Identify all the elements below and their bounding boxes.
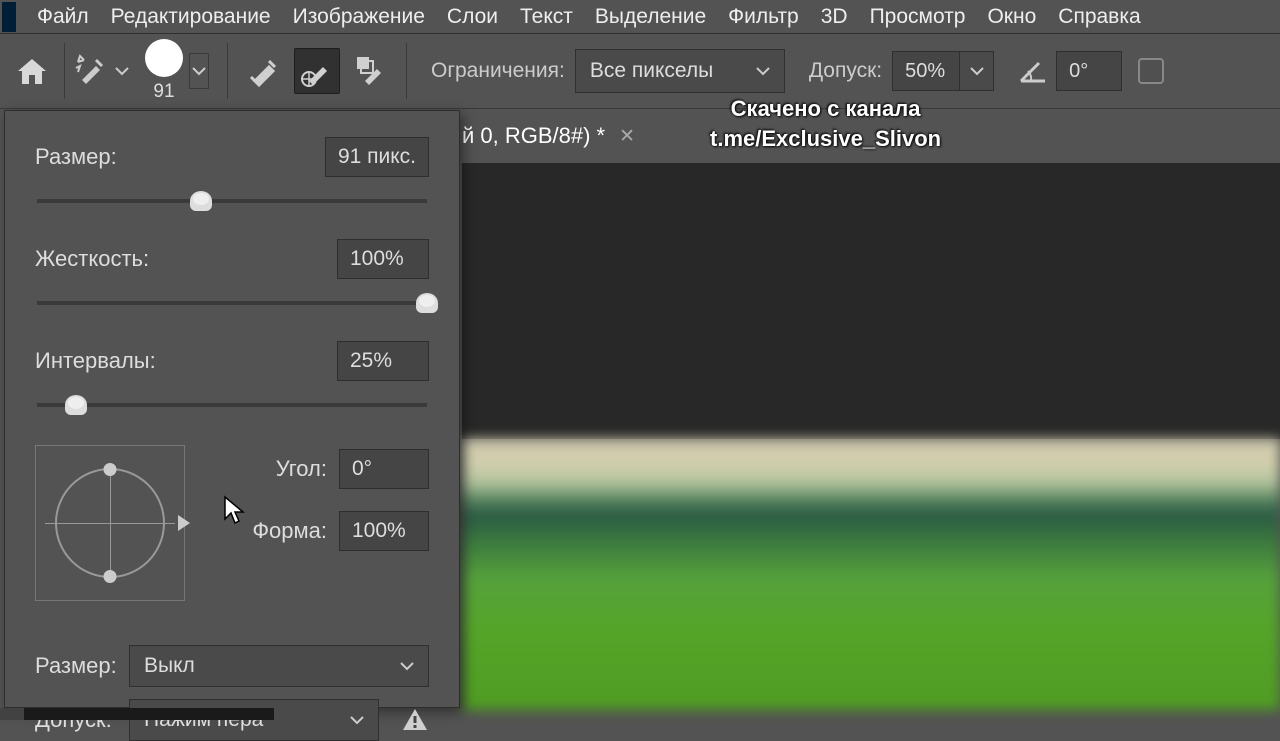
options-bar: 91 Ограничения: Все пикселы Допуск: 50%: [0, 34, 1280, 109]
angle-icon[interactable]: [1016, 54, 1050, 88]
limits-select[interactable]: Все пикселы: [575, 49, 785, 93]
dynamics-tolerance-select[interactable]: Нажим пера: [129, 699, 379, 741]
dynamics-size-select[interactable]: Выкл: [129, 645, 429, 687]
cursor-icon: [223, 495, 245, 525]
hardness-field[interactable]: 100%: [337, 239, 429, 279]
sampling-once-button[interactable]: [294, 48, 340, 94]
sampling-swatch-button[interactable]: [348, 48, 394, 94]
spacing-slider[interactable]: [37, 403, 427, 407]
separator: [64, 43, 65, 99]
angle-handle-top[interactable]: [104, 463, 117, 476]
tools-strip: [0, 708, 24, 720]
app-logo: [2, 2, 16, 32]
chevron-down-icon[interactable]: [113, 62, 131, 80]
angle-widget[interactable]: [35, 445, 185, 601]
warning-icon: [401, 706, 429, 734]
tab-title: й 0, RGB/8#) *: [462, 123, 605, 149]
color-replace-tool-icon[interactable]: [73, 53, 131, 89]
antialias-checkbox[interactable]: [1138, 58, 1164, 84]
angle-value-field[interactable]: 0°: [339, 449, 429, 489]
limits-label: Ограничения:: [431, 59, 565, 83]
menu-view[interactable]: Просмотр: [859, 1, 977, 33]
angle-handle-bottom[interactable]: [104, 570, 117, 583]
watermark-line2: t.me/Exclusive_Slivon: [710, 124, 941, 154]
slider-thumb[interactable]: [65, 395, 87, 415]
home-button[interactable]: [8, 47, 56, 95]
close-icon[interactable]: ✕: [619, 125, 635, 148]
roundness-field[interactable]: 100%: [339, 511, 429, 551]
canvas-image[interactable]: [462, 439, 1280, 710]
roundness-label: Форма:: [251, 518, 327, 544]
dynamics-size-value: Выкл: [144, 654, 195, 678]
menu-layer[interactable]: Слои: [436, 1, 509, 33]
dynamics-size-label: Размер:: [35, 653, 117, 679]
menu-edit[interactable]: Редактирование: [100, 1, 282, 33]
size-field[interactable]: 91 пикс.: [325, 137, 429, 177]
spacing-field[interactable]: 25%: [337, 341, 429, 381]
menu-select[interactable]: Выделение: [584, 1, 717, 33]
tolerance-dropdown[interactable]: [960, 51, 994, 91]
tolerance-label: Допуск:: [809, 59, 882, 83]
menu-bar: Файл Редактирование Изображение Слои Тек…: [0, 0, 1280, 34]
menu-file[interactable]: Файл: [26, 1, 100, 33]
chevron-down-icon: [736, 67, 770, 76]
brush-size-label: 91: [153, 81, 174, 103]
sampling-continuous-button[interactable]: [240, 48, 286, 94]
watermark-line1: Скачено с канала: [710, 94, 941, 124]
brush-preset-picker[interactable]: 91: [145, 39, 183, 103]
watermark-text: Скачено с канала t.me/Exclusive_Slivon: [710, 94, 941, 153]
menu-3d[interactable]: 3D: [810, 1, 859, 33]
size-label: Размер:: [35, 144, 325, 170]
size-slider[interactable]: [37, 199, 427, 203]
footer-bar: [24, 708, 274, 720]
slider-thumb[interactable]: [416, 293, 438, 313]
tolerance-field[interactable]: 50%: [892, 51, 960, 91]
angle-circle[interactable]: [55, 468, 165, 578]
document-tab[interactable]: й 0, RGB/8#) * ✕: [462, 123, 635, 149]
canvas-background: [462, 163, 1280, 439]
menu-image[interactable]: Изображение: [282, 1, 436, 33]
chevron-down-icon: [400, 662, 414, 671]
limits-value: Все пикселы: [590, 59, 713, 83]
menu-help[interactable]: Справка: [1047, 1, 1151, 33]
brush-preview-circle: [145, 39, 183, 77]
angle-field[interactable]: 0°: [1056, 51, 1122, 91]
hardness-label: Жесткость:: [35, 246, 337, 272]
hardness-slider[interactable]: [37, 301, 427, 305]
angle-arrow-icon[interactable]: [178, 515, 190, 531]
menu-type[interactable]: Текст: [509, 1, 584, 33]
brush-settings-panel: Размер: 91 пикс. Жесткость: 100% Интерва…: [4, 110, 460, 708]
document-tab-bar: й 0, RGB/8#) * ✕: [462, 109, 635, 163]
slider-thumb[interactable]: [190, 191, 212, 211]
spacing-label: Интервалы:: [35, 348, 337, 374]
menu-filter[interactable]: Фильтр: [717, 1, 810, 33]
brush-preset-dropdown[interactable]: [189, 53, 209, 89]
separator: [227, 43, 228, 99]
chevron-down-icon: [350, 716, 364, 725]
angle-field-label: Угол:: [251, 456, 327, 482]
separator: [406, 43, 407, 99]
menu-window[interactable]: Окно: [976, 1, 1047, 33]
